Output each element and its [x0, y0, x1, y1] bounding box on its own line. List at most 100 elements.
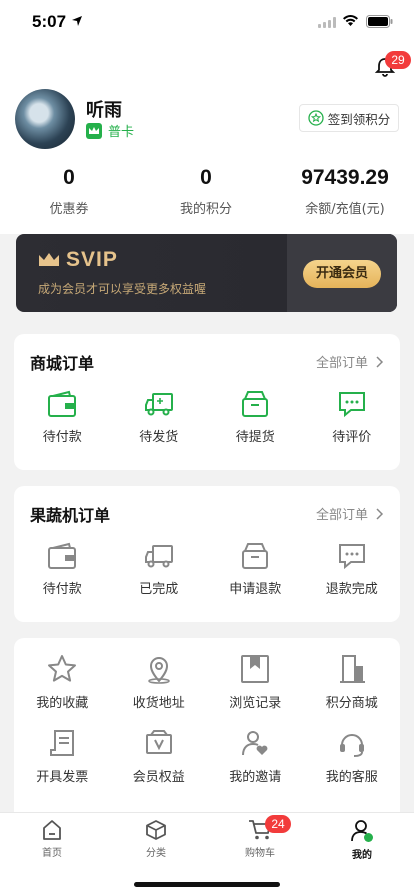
service-label: 我的客服: [325, 770, 378, 785]
stat-label: 优惠券: [49, 202, 89, 217]
member-level: 普卡: [86, 121, 134, 140]
service-label: 浏览记录: [229, 696, 282, 711]
username: 听雨: [86, 100, 122, 121]
order-label: 退款完成: [325, 582, 378, 597]
service-history[interactable]: 浏览记录: [207, 654, 304, 711]
service-label: 会员权益: [132, 770, 185, 785]
all-orders-link[interactable]: 全部订单: [316, 352, 384, 371]
order-label: 待发货: [139, 430, 179, 445]
vending-order-row: 待付款 已完成 申请退款 退款完成: [14, 542, 400, 597]
status-time: 5:07: [32, 12, 67, 31]
stat-value: 0: [200, 166, 212, 189]
order-label: 待评价: [332, 430, 372, 445]
card-title: 果蔬机订单: [30, 506, 111, 525]
all-orders-link[interactable]: 全部订单: [316, 504, 384, 523]
notification-count-badge: 29: [385, 51, 411, 69]
chevron-right-icon: [376, 507, 384, 520]
status-bar: 5:07: [0, 0, 414, 44]
card-title: 商城订单: [30, 354, 95, 373]
checkin-button[interactable]: 签到领积分: [299, 104, 399, 132]
box-icon: [242, 543, 269, 569]
order-pending-payment[interactable]: 待付款: [14, 390, 111, 445]
vending-completed[interactable]: 已完成: [111, 542, 208, 597]
tab-home[interactable]: 首页: [12, 819, 92, 859]
building-icon: [339, 655, 365, 683]
vending-refund-request[interactable]: 申请退款: [207, 542, 304, 597]
home-icon: [43, 820, 61, 840]
wallet-icon: [48, 542, 77, 569]
open-membership-button[interactable]: 开通会员: [303, 260, 381, 288]
stat-balance[interactable]: 97439.29 余额/充值(元): [289, 166, 401, 217]
service-address[interactable]: 收货地址: [111, 654, 208, 711]
service-label: 开具发票: [36, 770, 89, 785]
tab-category[interactable]: 分类: [116, 819, 196, 859]
services-row-2: 开具发票 会员权益 我的邀请 我的客服: [14, 728, 400, 785]
truck-icon: [144, 393, 173, 416]
stat-points[interactable]: 0 我的积分: [166, 166, 246, 217]
all-orders-label: 全部订单: [315, 356, 368, 371]
stat-coupons[interactable]: 0 优惠券: [29, 166, 109, 217]
bookmark-icon: [241, 655, 270, 683]
location-icon: [148, 657, 170, 684]
all-orders-label: 全部订单: [315, 508, 368, 523]
svip-banner[interactable]: SVIP 成为会员才可以享受更多权益喔 开通会员: [16, 234, 397, 312]
truck-icon: [144, 545, 173, 568]
order-label: 待付款: [42, 582, 82, 597]
svip-description: 成为会员才可以享受更多权益喔: [38, 282, 207, 296]
tab-label: 我的: [352, 850, 372, 861]
vending-orders-card: 果蔬机订单 全部订单 待付款 已完成 申请退款 退款完成: [14, 486, 400, 622]
wifi-icon: [343, 15, 358, 26]
mall-orders-card: 商城订单 全部订单 待付款 待发货 待提货 待评价: [14, 334, 400, 470]
tab-profile[interactable]: 我的: [322, 819, 402, 861]
checkin-label: 签到领积分: [327, 111, 391, 127]
star-icon: [48, 655, 77, 682]
order-label: 待付款: [42, 430, 82, 445]
service-label: 积分商城: [325, 696, 378, 711]
cube-icon: [146, 820, 166, 840]
service-invoice[interactable]: 开具发票: [14, 728, 111, 785]
vip-card-icon: [145, 730, 172, 754]
tab-label: 分类: [146, 848, 166, 859]
member-level-label: 普卡: [108, 125, 135, 140]
mall-order-row: 待付款 待发货 待提货 待评价: [14, 390, 400, 445]
stat-value: 97439.29: [301, 166, 389, 189]
profile-header: 听雨 普卡 签到领积分 0 优惠券 0 我的积分 97439.29 余额/充值(…: [0, 44, 414, 234]
order-pending-review[interactable]: 待评价: [304, 390, 401, 445]
services-row-1: 我的收藏 收货地址 浏览记录 积分商城: [14, 654, 400, 711]
service-invitations[interactable]: 我的邀请: [207, 728, 304, 785]
cellular-signal-icon: [318, 17, 336, 28]
stat-label: 我的积分: [179, 202, 232, 217]
avatar[interactable]: [15, 89, 75, 149]
home-indicator: [134, 882, 280, 887]
service-favorites[interactable]: 我的收藏: [14, 654, 111, 711]
crown-icon: [39, 253, 59, 266]
service-label: 收货地址: [132, 696, 185, 711]
order-pending-shipment[interactable]: 待发货: [111, 390, 208, 445]
invite-icon: [242, 731, 268, 756]
wallet-icon: [48, 390, 77, 417]
vending-pending-payment[interactable]: 待付款: [14, 542, 111, 597]
stat-label: 余额/充值(元): [305, 202, 385, 217]
crown-icon: [86, 122, 102, 139]
order-label: 申请退款: [229, 582, 282, 597]
service-customer-support[interactable]: 我的客服: [304, 728, 401, 785]
service-member-benefits[interactable]: 会员权益: [111, 728, 208, 785]
comment-icon: [338, 544, 365, 570]
service-label: 我的邀请: [229, 770, 282, 785]
services-card: 我的收藏 收货地址 浏览记录 积分商城 开具发票 会员权益 我的邀请 我的客服: [14, 638, 400, 838]
order-pending-pickup[interactable]: 待提货: [207, 390, 304, 445]
service-label: 我的收藏: [36, 696, 89, 711]
service-points-mall[interactable]: 积分商城: [304, 654, 401, 711]
tab-label: 首页: [42, 848, 62, 859]
svip-title: SVIP: [38, 248, 118, 272]
tab-label: 购物车: [245, 848, 275, 859]
vending-refund-completed[interactable]: 退款完成: [304, 542, 401, 597]
location-arrow-icon: [72, 16, 82, 26]
battery-icon: [366, 15, 393, 28]
chevron-right-icon: [376, 355, 384, 368]
box-icon: [242, 391, 269, 417]
cart-count-badge: 24: [265, 815, 291, 833]
headset-icon: [339, 734, 364, 757]
stat-value: 0: [63, 166, 75, 189]
comment-icon: [338, 392, 365, 418]
